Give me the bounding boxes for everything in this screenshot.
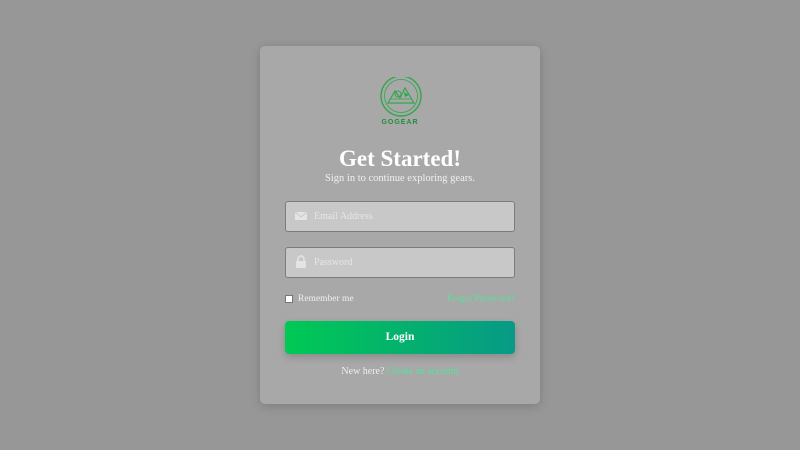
remember-me-checkbox[interactable] bbox=[285, 295, 293, 303]
remember-me-label: Remember me bbox=[298, 294, 354, 304]
envelope-icon bbox=[294, 209, 308, 223]
password-field[interactable] bbox=[285, 247, 515, 278]
page-subtitle: Sign in to continue exploring gears. bbox=[325, 173, 475, 184]
forgot-password-link[interactable]: Forgot Password? bbox=[447, 294, 515, 304]
signup-prompt-text: New here? bbox=[341, 366, 385, 377]
remember-me[interactable]: Remember me bbox=[285, 294, 354, 304]
password-input[interactable] bbox=[314, 248, 509, 277]
signup-prompt: New here? Create an account bbox=[260, 366, 540, 377]
brand-name: GOGEAR bbox=[381, 119, 419, 126]
email-input[interactable] bbox=[314, 202, 509, 231]
email-field[interactable] bbox=[285, 201, 515, 232]
lock-icon bbox=[295, 255, 307, 269]
page-title: Get Started! bbox=[339, 146, 461, 171]
create-account-link[interactable]: Create an account bbox=[387, 366, 459, 377]
login-card: GOGEAR Get Started! Sign in to continue … bbox=[260, 46, 540, 404]
login-button[interactable]: Login bbox=[285, 321, 515, 354]
